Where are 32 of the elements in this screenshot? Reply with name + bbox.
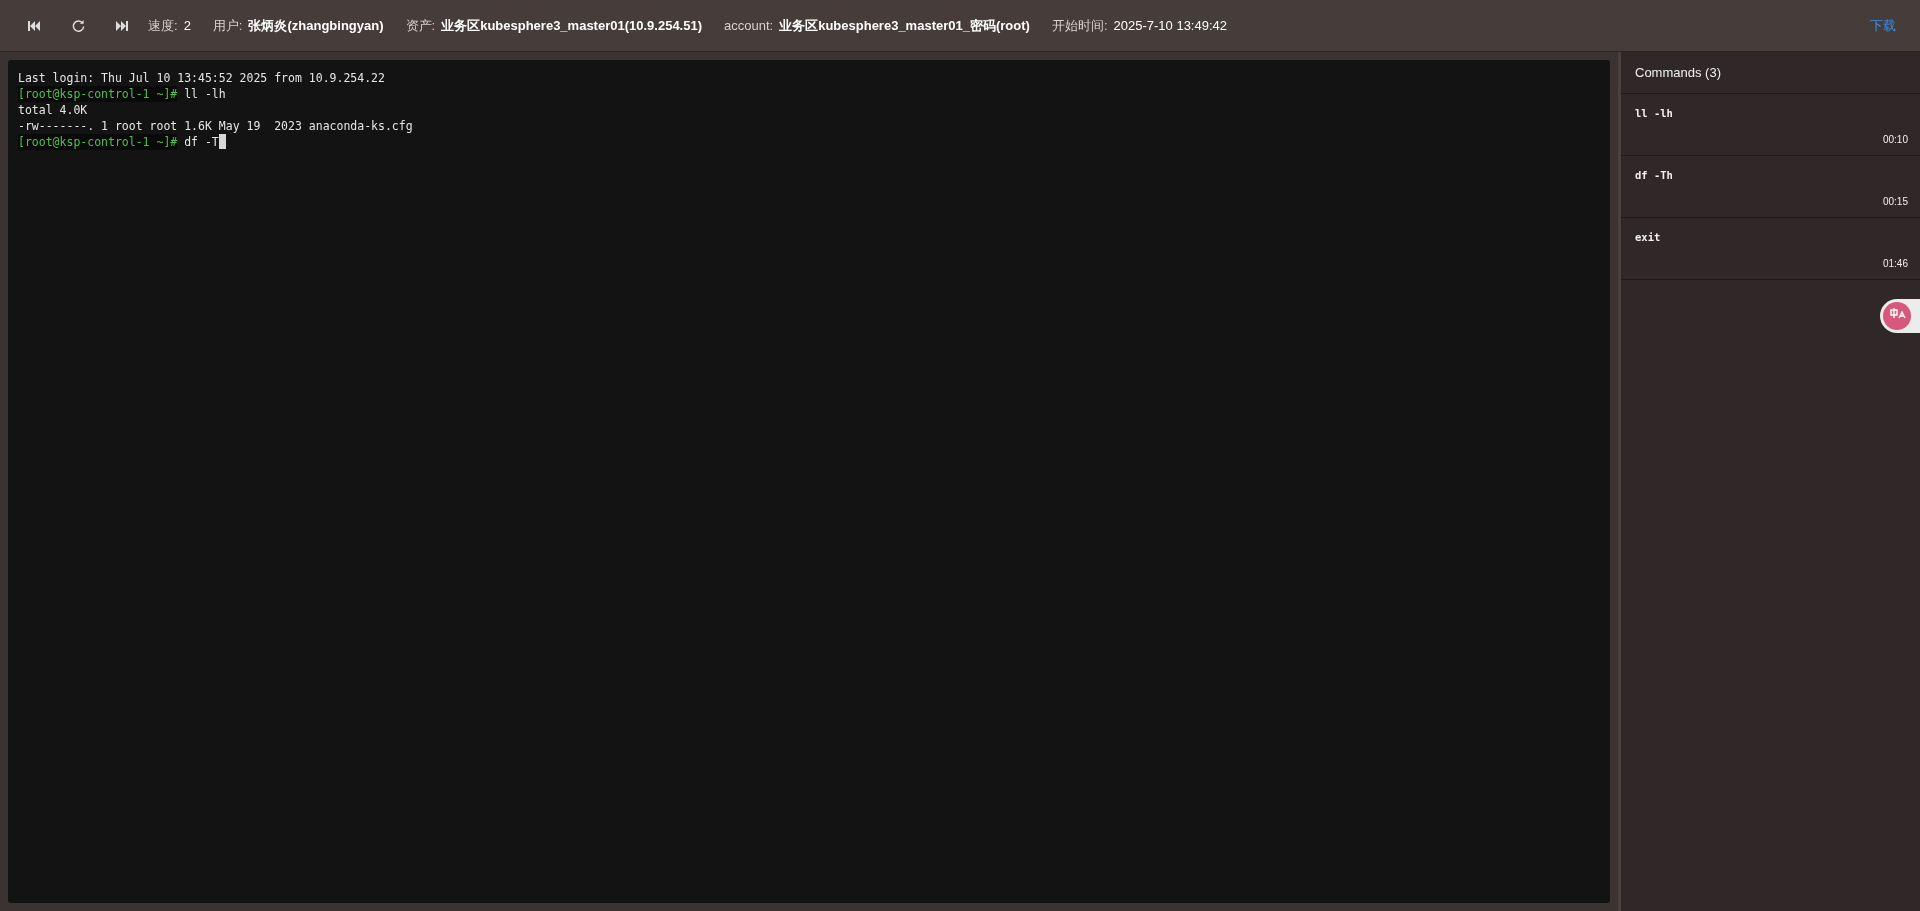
info-value: 2025-7-10 13:49:42 [1113, 16, 1227, 35]
terminal-text: ll -lh [183, 86, 226, 102]
terminal-text: -rw-------. 1 root root 1.6K May 19 2023 anaconda-ks.cfg [18, 118, 413, 134]
info-label: 速度: [148, 16, 178, 35]
skip-forward-icon [116, 20, 128, 31]
command-text: df -Th [1635, 168, 1673, 183]
translate-icon [1883, 302, 1911, 330]
terminal-text: df -T [183, 134, 219, 150]
info-value: 业务区kubesphere3_master01(10.9.254.51) [441, 16, 703, 35]
shell-prompt: [root@ksp-control-1 ~]# [18, 134, 178, 150]
command-item[interactable]: df -Th 00:15 [1621, 156, 1920, 218]
terminal-text: Last login: Thu Jul 10 13:45:52 2025 from 10.9.254.22 [18, 70, 385, 86]
info-label: 资产: [405, 16, 436, 35]
info-label: 用户: [212, 16, 243, 35]
panel-title: Commands (3) [1635, 63, 1721, 82]
shell-prompt: [root@ksp-control-1 ~]# [18, 86, 178, 102]
command-item[interactable]: exit 01:46 [1621, 218, 1920, 280]
command-time: 00:10 [1882, 132, 1908, 147]
info-value: 2 [183, 16, 191, 35]
command-item[interactable]: ll -lh 00:10 [1621, 94, 1920, 156]
skip-back-icon [28, 20, 40, 31]
command-time: 01:46 [1882, 256, 1908, 271]
info-label: 开始时间: [1051, 16, 1108, 35]
command-text: ll -lh [1635, 106, 1673, 121]
replay-icon [71, 19, 85, 32]
info-value: 张炳炎(zhangbingyan) [248, 16, 384, 35]
terminal-text: total 4.0K [18, 102, 88, 118]
translate-button[interactable] [1880, 299, 1920, 333]
info-value: 业务区kubesphere3_master01_密码(root) [779, 16, 1030, 35]
info-label: account: [724, 16, 774, 35]
command-time: 00:15 [1882, 194, 1908, 209]
command-text: exit [1635, 230, 1661, 245]
